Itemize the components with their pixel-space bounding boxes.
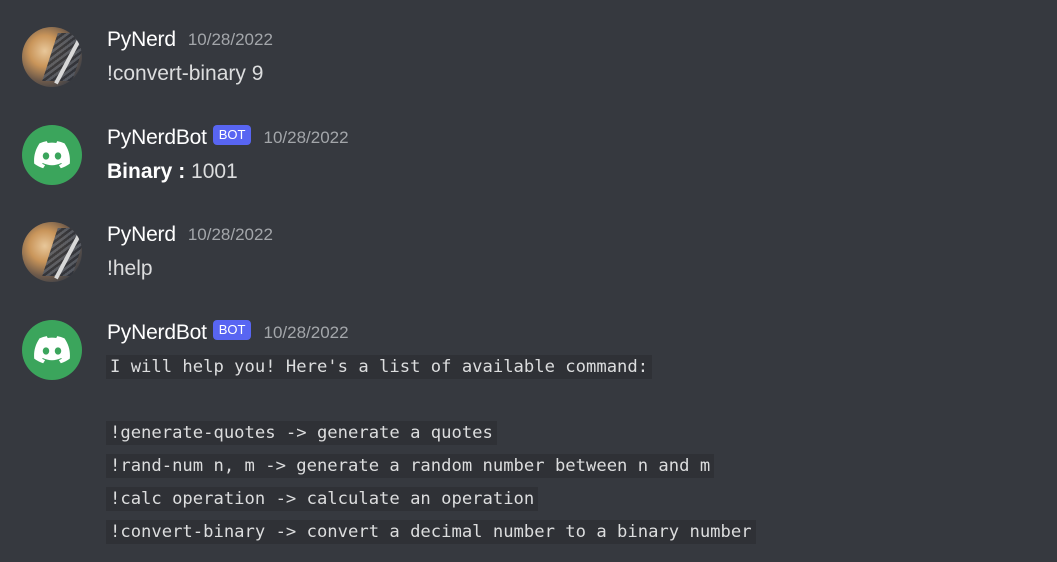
username[interactable]: PyNerdBot — [107, 126, 207, 150]
message-timestamp: 10/28/2022 — [187, 225, 273, 244]
username[interactable]: PyNerd — [107, 28, 176, 52]
code-block: I will help you! Here's a list of availa… — [106, 351, 756, 549]
code-line: !convert-binary -> convert a decimal num… — [106, 516, 756, 549]
user-avatar[interactable] — [22, 222, 82, 282]
command-generate-quotes: !generate-quotes -> generate a quotes — [106, 421, 497, 445]
message-content: !convert-binary 9 — [107, 62, 264, 85]
message-timestamp: 10/28/2022 — [263, 323, 349, 342]
help-intro: I will help you! Here's a list of availa… — [106, 355, 653, 379]
code-line: !calc operation -> calculate an operatio… — [106, 483, 756, 516]
bot-avatar[interactable] — [22, 125, 82, 185]
message-content: Binary : 1001 — [107, 160, 238, 184]
binary-value: 1001 — [185, 160, 238, 183]
bot-tag: BOT — [212, 125, 252, 145]
code-line: I will help you! Here's a list of availa… — [106, 351, 756, 384]
command-rand-num: !rand-num n, m -> generate a random numb… — [106, 454, 715, 478]
message-header: PyNerd 10/28/2022 — [107, 223, 273, 247]
message-timestamp: 10/28/2022 — [263, 128, 349, 147]
message-header: PyNerdBot BOT 10/28/2022 — [107, 125, 349, 150]
discord-logo-icon — [34, 141, 70, 169]
message-header: PyNerd 10/28/2022 — [107, 28, 273, 52]
username[interactable]: PyNerdBot — [107, 321, 207, 345]
code-line: !rand-num n, m -> generate a random numb… — [106, 450, 756, 483]
command-calc: !calc operation -> calculate an operatio… — [106, 487, 539, 511]
chat-messages: PyNerd 10/28/2022 !convert-binary 9 PyNe… — [0, 0, 1057, 562]
message-timestamp: 10/28/2022 — [187, 30, 273, 49]
message-header: PyNerdBot BOT 10/28/2022 — [107, 320, 349, 345]
code-line: !generate-quotes -> generate a quotes — [106, 417, 756, 450]
bot-tag: BOT — [212, 320, 252, 340]
user-avatar[interactable] — [22, 27, 82, 87]
message-content: !help — [107, 257, 153, 280]
bot-avatar[interactable] — [22, 320, 82, 380]
command-convert-binary: !convert-binary -> convert a decimal num… — [106, 520, 756, 544]
discord-logo-icon — [34, 336, 70, 364]
binary-label: Binary : — [107, 160, 186, 183]
username[interactable]: PyNerd — [107, 223, 176, 247]
